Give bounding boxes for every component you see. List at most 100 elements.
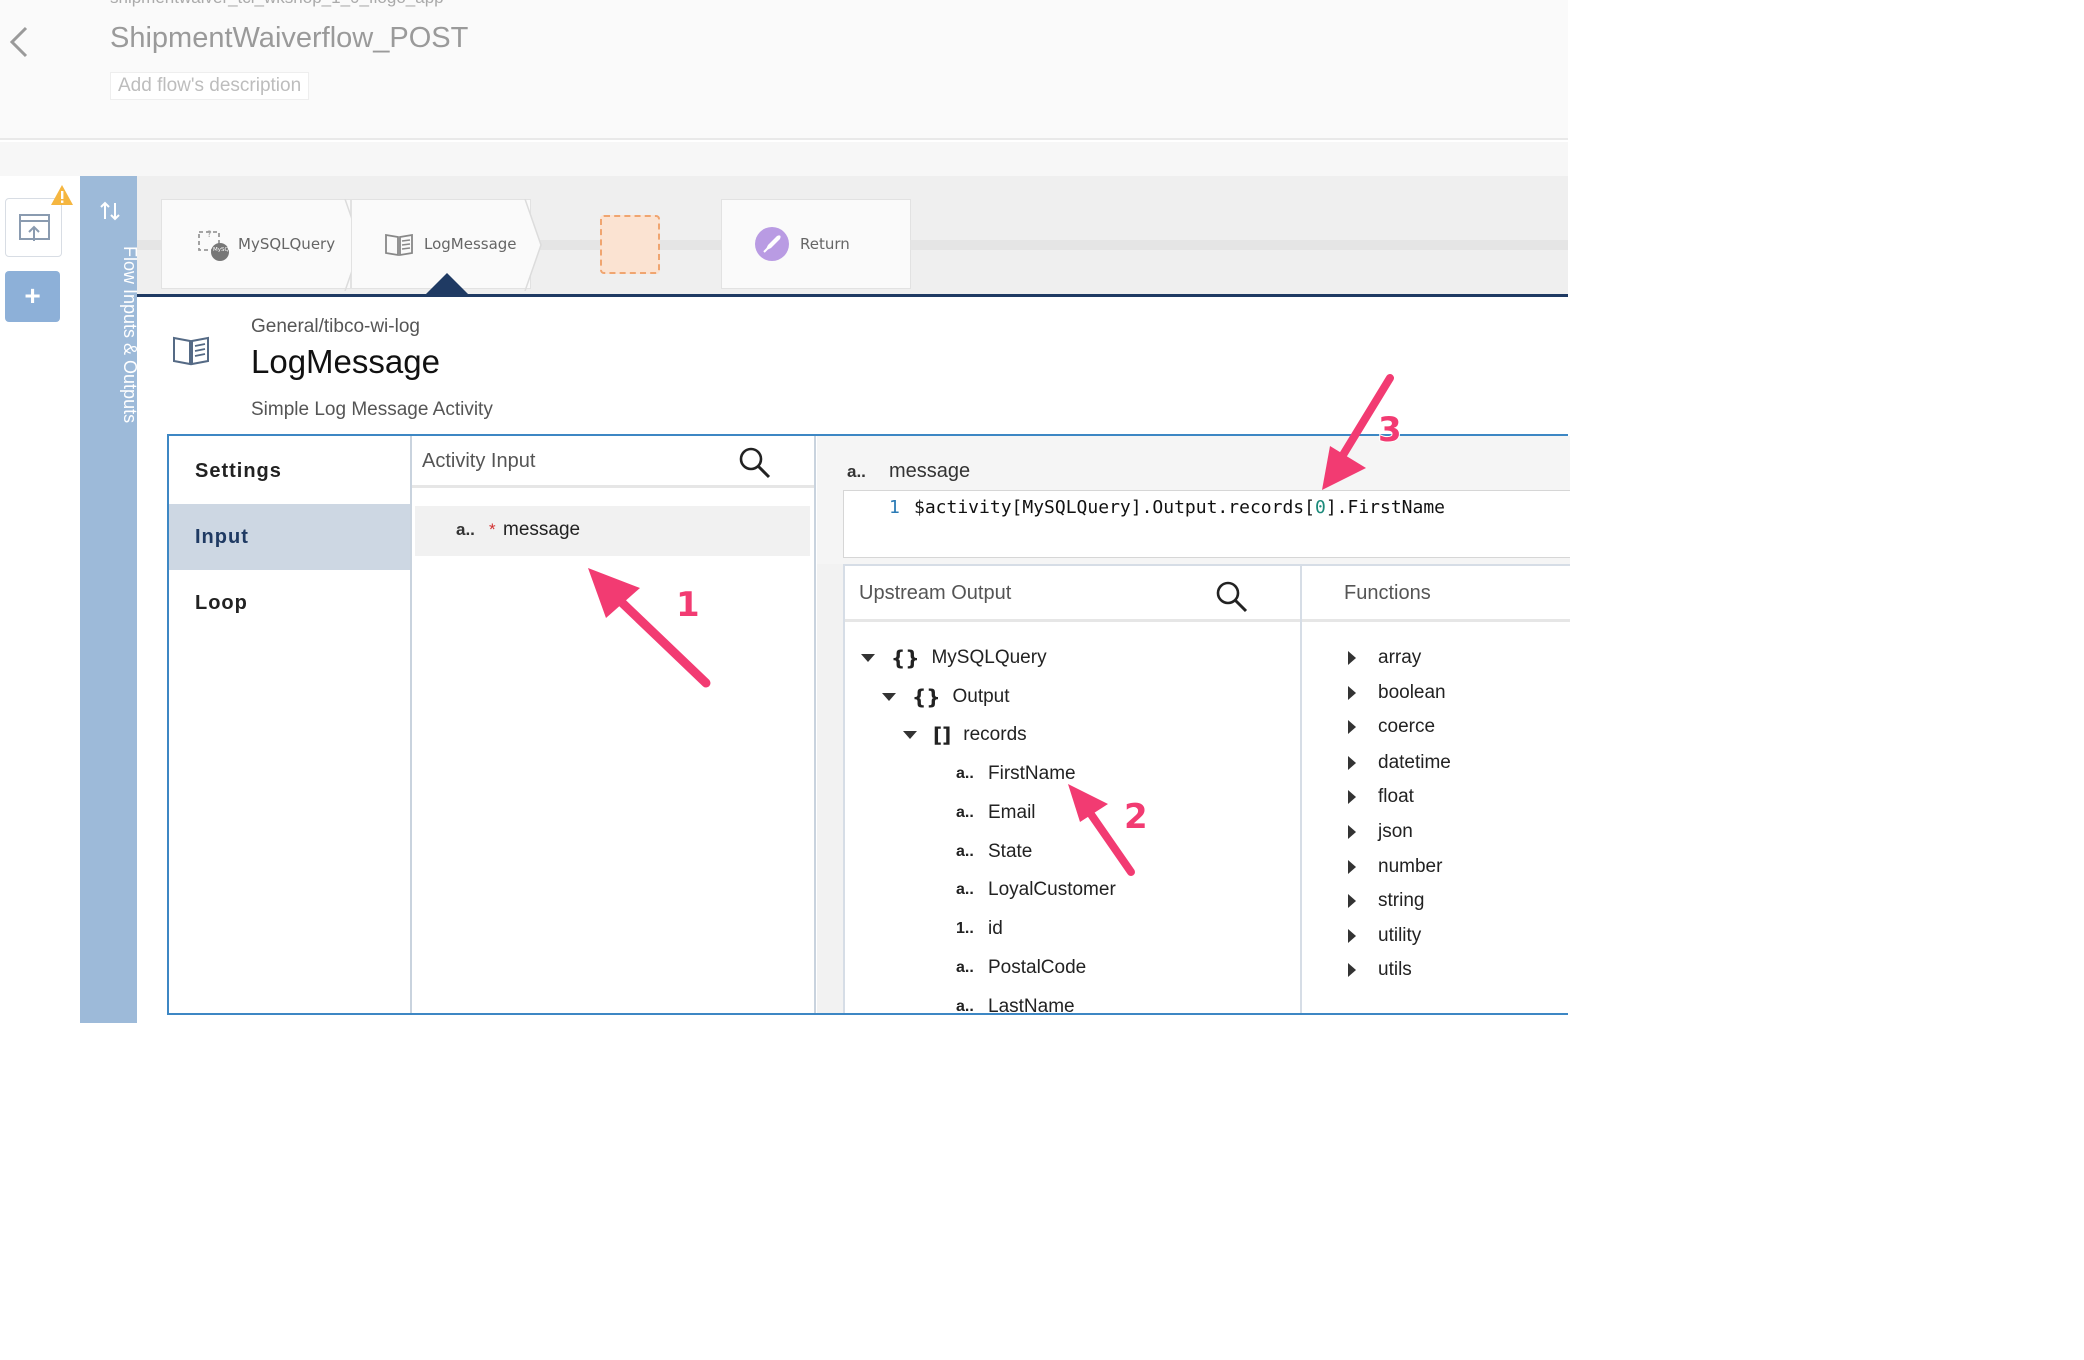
config-tabs: Settings Input Loop (169, 436, 412, 1013)
function-group-boolean[interactable]: boolean (1348, 678, 1446, 708)
app-name: shipmentwaiver_tci_wkshop_1_0_flogo_app (110, 0, 444, 8)
function-group-datetime[interactable]: datetime (1348, 748, 1451, 778)
add-activity-placeholder[interactable] (600, 215, 660, 274)
function-group-label: boolean (1378, 682, 1446, 703)
expression-editor[interactable]: 1 $activity[MySQLQuery].Output.records[0… (843, 490, 1570, 558)
function-group-coerce[interactable]: coerce (1348, 712, 1435, 742)
mysql-icon: ? MySQL (198, 230, 232, 261)
caret-right-icon (1348, 860, 1356, 874)
tree-node-label: Output (952, 686, 1010, 707)
expression-index: 0 (1314, 497, 1326, 518)
tree-node-label: MySQLQuery (931, 647, 1047, 668)
tab-input[interactable]: Input (169, 504, 410, 570)
function-group-json[interactable]: json (1348, 817, 1413, 847)
object-icon: {} (891, 646, 920, 670)
function-group-label: coerce (1378, 716, 1436, 737)
input-field-name: message (503, 519, 581, 540)
caret-right-icon (1348, 790, 1356, 804)
caret-down-icon (903, 731, 917, 739)
swap-arrows-icon (100, 201, 120, 221)
caret-right-icon (1348, 825, 1356, 839)
tree-leaf-label: State (988, 841, 1033, 862)
activity-input-header: Activity Input (412, 436, 814, 488)
tree-leaf[interactable]: a.. FirstName (956, 759, 1076, 789)
caret-right-icon (1348, 686, 1356, 700)
functions-panel: Functions array boolean coerce datetime … (1302, 564, 1570, 1013)
add-button[interactable]: + (5, 271, 60, 322)
activity-config-panel: Settings Input Loop Activity Input a.. *… (167, 434, 1570, 1017)
header-separator (0, 142, 1568, 176)
search-icon[interactable] (738, 446, 772, 480)
number-type-icon: 1.. (956, 920, 974, 937)
tile-return[interactable]: Return (721, 199, 911, 289)
tile-label: LogMessage (424, 235, 517, 253)
book-icon (385, 233, 413, 257)
flow-title[interactable]: ShipmentWaiverflow_POST (110, 22, 468, 55)
function-group-label: string (1378, 890, 1425, 911)
tree-node-output[interactable]: {} Output (882, 682, 1010, 712)
selected-tile-marker (426, 273, 468, 294)
back-button[interactable] (4, 22, 34, 62)
tree-leaf-label: FirstName (988, 763, 1076, 784)
function-group-string[interactable]: string (1348, 886, 1424, 916)
tree-leaf[interactable]: a.. PostalCode (956, 953, 1086, 983)
tree-node-records[interactable]: [] records (903, 720, 1027, 750)
tile-label: Return (800, 235, 850, 253)
activity-name[interactable]: LogMessage (251, 343, 440, 381)
tree-node-label: records (963, 724, 1027, 745)
input-field-message[interactable]: a.. * message (415, 506, 810, 556)
tab-loop[interactable]: Loop (169, 570, 410, 636)
tree-leaf-label: LastName (988, 996, 1075, 1017)
tree-leaf-label: LoyalCustomer (988, 879, 1116, 900)
function-group-number[interactable]: number (1348, 852, 1442, 882)
function-group-float[interactable]: float (1348, 782, 1414, 812)
import-button[interactable] (5, 198, 62, 257)
mapping-field-name: message (889, 460, 971, 482)
string-type-icon: a.. (956, 998, 974, 1015)
flow-canvas: ? MySQL MySQLQuery LogMessage Return (137, 176, 1568, 296)
caret-down-icon (882, 693, 896, 701)
function-group-array[interactable]: array (1348, 643, 1421, 673)
function-group-utility[interactable]: utility (1348, 921, 1421, 951)
string-type-icon: a.. (956, 959, 974, 976)
function-group-label: datetime (1378, 752, 1451, 773)
tile-mysqlquery[interactable]: ? MySQL MySQLQuery (161, 199, 351, 289)
array-icon: [] (933, 723, 952, 747)
tree-leaf[interactable]: a.. State (956, 837, 1032, 867)
tree-node-mysqlquery[interactable]: {} MySQLQuery (861, 643, 1047, 673)
flow-header: shipmentwaiver_tci_wkshop_1_0_flogo_app … (0, 0, 1568, 140)
caret-right-icon (1348, 651, 1356, 665)
tree-leaf[interactable]: a.. LoyalCustomer (956, 875, 1116, 905)
tree-leaf-label: PostalCode (988, 957, 1087, 978)
tree-leaf-label: id (988, 918, 1003, 939)
search-icon[interactable] (1215, 580, 1249, 614)
function-group-label: utils (1378, 959, 1412, 980)
line-number: 1 (889, 497, 900, 518)
expression-suffix: ].FirstName (1325, 497, 1446, 518)
caret-down-icon (861, 654, 875, 662)
string-type-icon: a.. (956, 881, 974, 898)
caret-right-icon (1348, 894, 1356, 908)
chevron-left-icon (9, 26, 28, 58)
function-group-label: utility (1378, 925, 1422, 946)
tree-leaf[interactable]: 1.. id (956, 914, 1003, 944)
function-group-utils[interactable]: utils (1348, 955, 1412, 985)
functions-title: Functions (1344, 582, 1431, 604)
activity-input-title: Activity Input (422, 450, 536, 472)
caret-right-icon (1348, 756, 1356, 770)
expression-prefix: $activity[MySQLQuery].Output.records[ (914, 497, 1315, 518)
string-type-icon: a.. (956, 765, 974, 782)
warning-icon (51, 185, 73, 205)
tab-settings[interactable]: Settings (169, 438, 410, 504)
rocket-icon (755, 227, 789, 261)
object-icon: {} (912, 685, 941, 709)
function-group-label: float (1378, 786, 1414, 807)
function-group-label: json (1378, 821, 1413, 842)
flow-inputs-outputs-toggle[interactable]: Flow Inputs & Outputs (80, 176, 140, 1023)
flow-description-input[interactable]: Add flow's description (110, 72, 310, 100)
upstream-header: Upstream Output (845, 566, 1300, 622)
string-type-icon: a.. (956, 843, 974, 860)
canvas-bottom-border (137, 294, 1568, 297)
tree-leaf[interactable]: a.. Email (956, 798, 1036, 828)
tree-leaf[interactable]: a.. LastName (956, 992, 1075, 1022)
